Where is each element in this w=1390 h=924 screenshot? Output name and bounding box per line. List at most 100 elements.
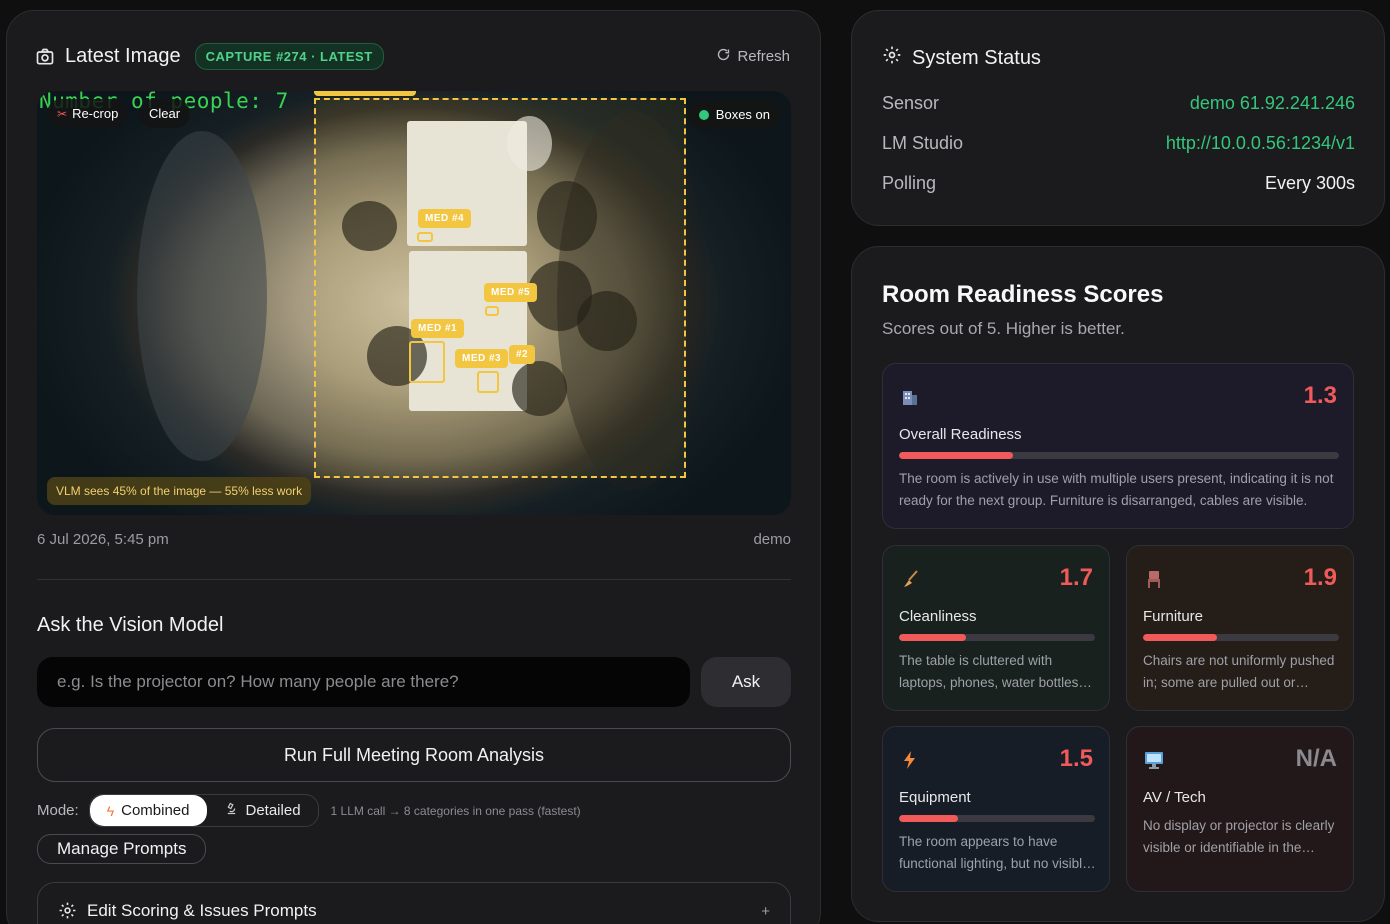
boxes-toggle[interactable]: Boxes on [687, 100, 781, 129]
system-status-card: System Status Sensor demo 61.92.241.246 … [851, 10, 1385, 226]
score-description: No display or projector is clearly visib… [1143, 818, 1335, 855]
status-key: Polling [882, 173, 937, 193]
boxes-label: Boxes on [715, 107, 770, 122]
score-bar-fill [1143, 634, 1218, 641]
score-description: The room is actively in use with multipl… [899, 471, 1334, 508]
latest-image-card: Latest Image CAPTURE #274 · LATEST Refre… [6, 10, 821, 924]
mode-segmented-control: ϟ Combined Detailed [88, 794, 319, 827]
mode-combined-label: Combined [121, 802, 190, 819]
detection-label: MED #5 [484, 283, 538, 302]
status-row-sensor: Sensor demo 61.92.241.246 [882, 93, 1355, 114]
status-key: Sensor [882, 93, 940, 113]
microscope-icon [224, 801, 239, 820]
status-value: Every 300s [1264, 173, 1355, 193]
score-bar [899, 815, 1095, 822]
camera-image[interactable]: Number of people: 7 MED #4 MED #5 MED #1… [37, 91, 791, 515]
refresh-label: Refresh [737, 48, 790, 65]
gear-icon [58, 901, 77, 924]
broom-icon [899, 568, 921, 590]
monitor-icon [1143, 749, 1165, 771]
detection-label: MED #3 [455, 349, 509, 368]
camera-icon [35, 47, 55, 67]
room-readiness-card: Room Readiness Scores Scores out of 5. H… [851, 246, 1385, 922]
score-bar [1143, 634, 1339, 641]
status-dot-icon [698, 109, 709, 120]
system-status-header: System Status [882, 45, 1041, 71]
scores-subtitle: Scores out of 5. Higher is better. [882, 319, 1125, 338]
manage-prompts-button[interactable]: Manage Prompts [37, 834, 207, 864]
recrop-label: Re-crop [72, 106, 119, 121]
detection-box [417, 232, 433, 242]
capture-source: demo [753, 531, 791, 548]
score-value: 1.5 [1059, 745, 1093, 772]
latest-image-title: Latest Image [65, 45, 181, 67]
scissors-icon: ✂ [57, 106, 68, 121]
status-row-lm-studio: LM Studio http://10.0.0.56:1234/v1 [882, 133, 1355, 154]
detection-label: MED #1 [411, 319, 465, 338]
status-key: LM Studio [882, 133, 964, 153]
score-bar-fill [899, 815, 958, 822]
clear-label: Clear [149, 106, 181, 121]
score-card-av-tech[interactable]: N/A AV / Tech No display or projector is… [1126, 726, 1354, 892]
gear-icon [882, 45, 902, 71]
mode-selector: Mode: ϟ Combined Detailed 1 LLM call → 8… [37, 794, 581, 827]
refresh-icon [716, 47, 731, 66]
ask-button[interactable]: Ask [701, 657, 791, 707]
mode-combined-option[interactable]: ϟ Combined [89, 795, 207, 826]
mode-detailed-option[interactable]: Detailed [207, 795, 318, 826]
mode-hint: 1 LLM call → 8 categories in one pass (f… [330, 803, 581, 818]
image-meta: 6 Jul 2026, 5:45 pm demo [37, 531, 791, 548]
mode-label: Mode: [37, 802, 79, 819]
status-value[interactable]: http://10.0.0.56:1234/v1 [1166, 133, 1355, 154]
detection-box [485, 306, 499, 316]
score-card-overall[interactable]: 1.3 Overall Readiness The room is active… [882, 363, 1354, 529]
system-status-title: System Status [912, 46, 1041, 69]
scores-title: Room Readiness Scores [882, 281, 1164, 308]
question-input[interactable] [37, 657, 690, 707]
score-name: Equipment [899, 789, 971, 806]
status-row-polling: Polling Every 300s [882, 173, 1355, 194]
detection-label: MED #4 [418, 209, 472, 228]
score-card-furniture[interactable]: 1.9 Furniture Chairs are not uniformly p… [1126, 545, 1354, 711]
clear-button[interactable]: Clear [139, 99, 191, 128]
run-analysis-button[interactable]: Run Full Meeting Room Analysis [37, 728, 791, 782]
building-icon [899, 386, 921, 408]
latest-image-header: Latest Image CAPTURE #274 · LATEST [35, 43, 384, 70]
status-value: demo 61.92.241.246 [1189, 93, 1355, 113]
mode-detailed-label: Detailed [245, 802, 301, 819]
refresh-button[interactable]: Refresh [716, 47, 790, 66]
chair-icon [1143, 568, 1165, 590]
ask-title: Ask the Vision Model [37, 614, 224, 636]
score-name: AV / Tech [1143, 789, 1206, 806]
lightning-icon [899, 749, 921, 771]
score-value: 1.7 [1059, 564, 1093, 591]
score-card-cleanliness[interactable]: 1.7 Cleanliness The table is cluttered w… [882, 545, 1110, 711]
score-bar [899, 634, 1095, 641]
crop-handle[interactable] [314, 91, 416, 96]
lightning-icon: ϟ [106, 802, 115, 819]
vlm-crop-note: VLM sees 45% of the image — 55% less wor… [47, 477, 312, 505]
capture-badge: CAPTURE #274 · LATEST [194, 43, 384, 70]
divider [37, 579, 791, 580]
score-bar-fill [899, 634, 966, 641]
detection-label: #2 [509, 345, 536, 364]
score-bar-fill [899, 452, 1014, 459]
score-name: Cleanliness [899, 608, 977, 625]
score-bar [899, 452, 1339, 459]
detection-box [477, 371, 499, 393]
score-name: Overall Readiness [899, 426, 1022, 443]
detection-box [409, 341, 445, 383]
score-value: N/A [1295, 745, 1337, 772]
score-value: 1.9 [1303, 564, 1337, 591]
expand-icon[interactable]: + [761, 903, 770, 920]
score-description: Chairs are not uniformly pushed in; some… [1143, 653, 1335, 690]
score-description: The room appears to have functional ligh… [899, 834, 1090, 871]
edit-prompts-label: Edit Scoring & Issues Prompts [87, 901, 317, 920]
score-name: Furniture [1143, 608, 1204, 625]
score-value: 1.3 [1303, 382, 1337, 409]
recrop-button[interactable]: ✂ Re-crop [47, 99, 129, 128]
score-card-equipment[interactable]: 1.5 Equipment The room appears to have f… [882, 726, 1110, 892]
edit-prompts-panel[interactable]: Edit Scoring & Issues Prompts + [37, 882, 791, 924]
score-description: The table is cluttered with laptops, pho… [899, 653, 1079, 690]
capture-timestamp: 6 Jul 2026, 5:45 pm [37, 531, 169, 548]
